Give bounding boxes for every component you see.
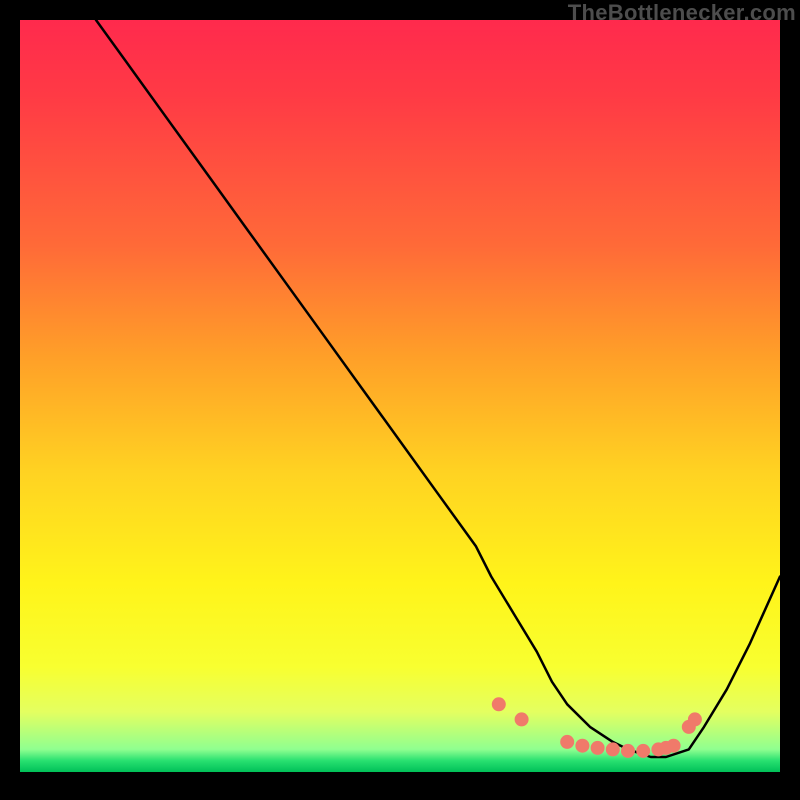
curve-marker — [515, 712, 529, 726]
curve-marker — [591, 741, 605, 755]
curve-marker — [560, 735, 574, 749]
marker-group — [492, 697, 702, 758]
curve-marker — [621, 744, 635, 758]
curve-marker — [575, 739, 589, 753]
chart-svg — [20, 20, 780, 780]
curve-marker — [688, 712, 702, 726]
curve-marker — [492, 697, 506, 711]
curve-line — [96, 20, 780, 757]
curve-marker — [606, 742, 620, 756]
curve-marker — [636, 744, 650, 758]
curve-marker — [667, 739, 681, 753]
chart-frame — [20, 20, 780, 780]
